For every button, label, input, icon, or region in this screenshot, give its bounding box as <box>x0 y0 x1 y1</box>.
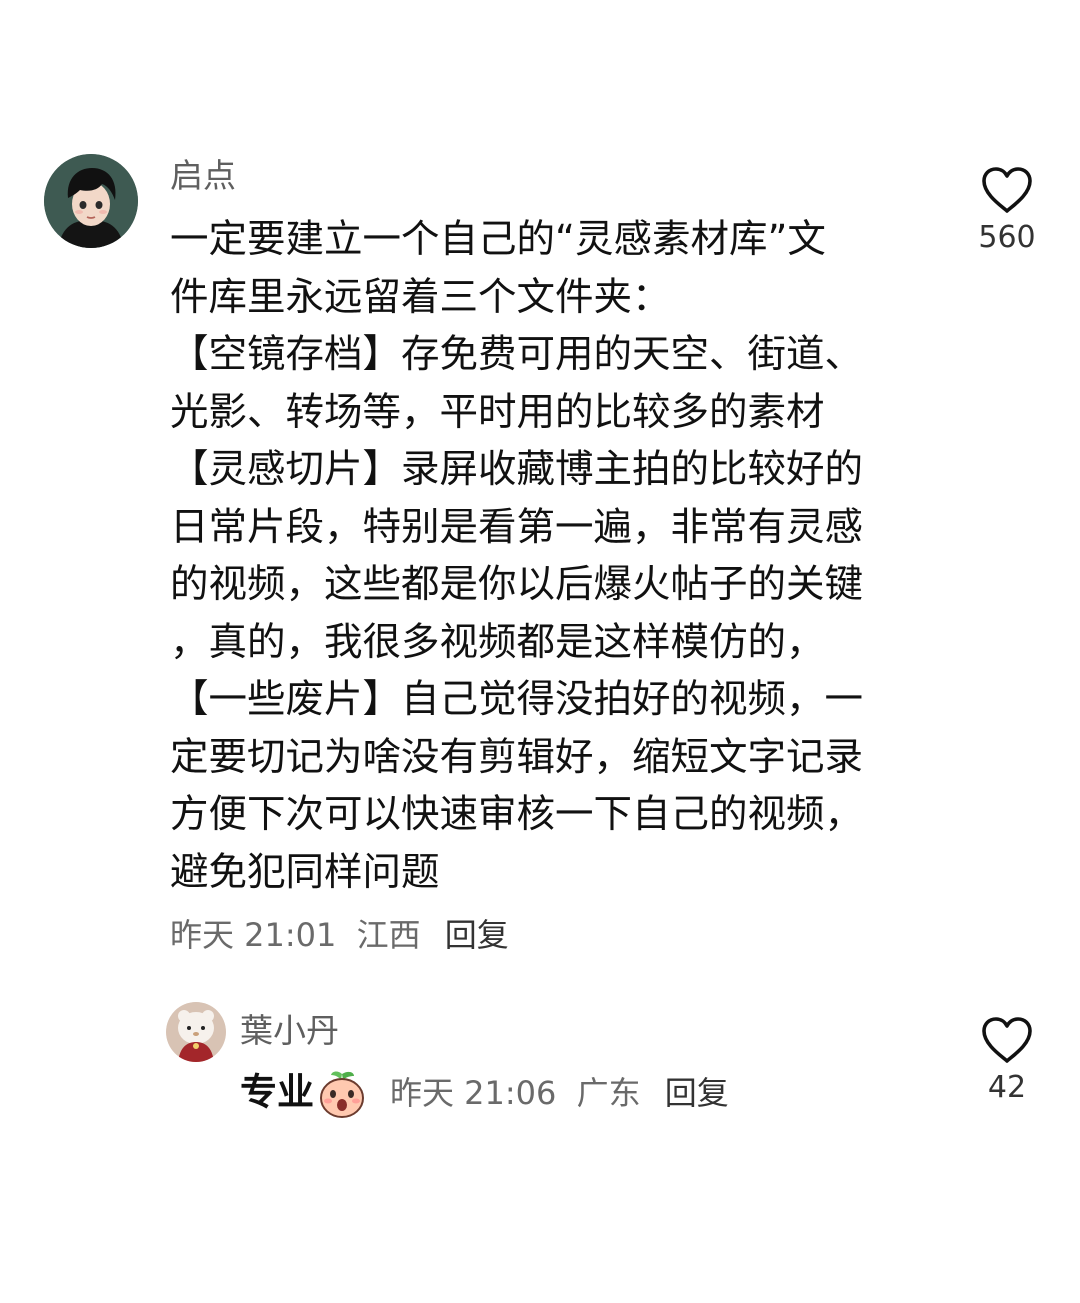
username[interactable]: 葉小丹 <box>240 1011 339 1051</box>
plush-doll-avatar-icon <box>166 1002 226 1062</box>
reply-item: 葉小丹 专业 昨天 21:06 广东 回复 42 <box>0 0 1080 1150</box>
avatar[interactable] <box>166 1002 226 1062</box>
timestamp: 昨天 21:06 <box>390 1074 557 1112</box>
reply-button[interactable]: 回复 <box>665 1074 729 1112</box>
comment-text-content: 专业 <box>240 1070 314 1114</box>
heart-icon <box>982 1017 1032 1063</box>
like-count: 42 <box>987 1070 1027 1105</box>
location: 广东 <box>576 1074 641 1112</box>
surprised-peach-emoji-icon <box>320 1071 364 1118</box>
comment-text: 专业 <box>240 1068 368 1120</box>
comment-meta: 昨天 21:06 广东 回复 <box>390 1073 729 1113</box>
like-button[interactable]: 42 <box>972 1016 1042 1106</box>
